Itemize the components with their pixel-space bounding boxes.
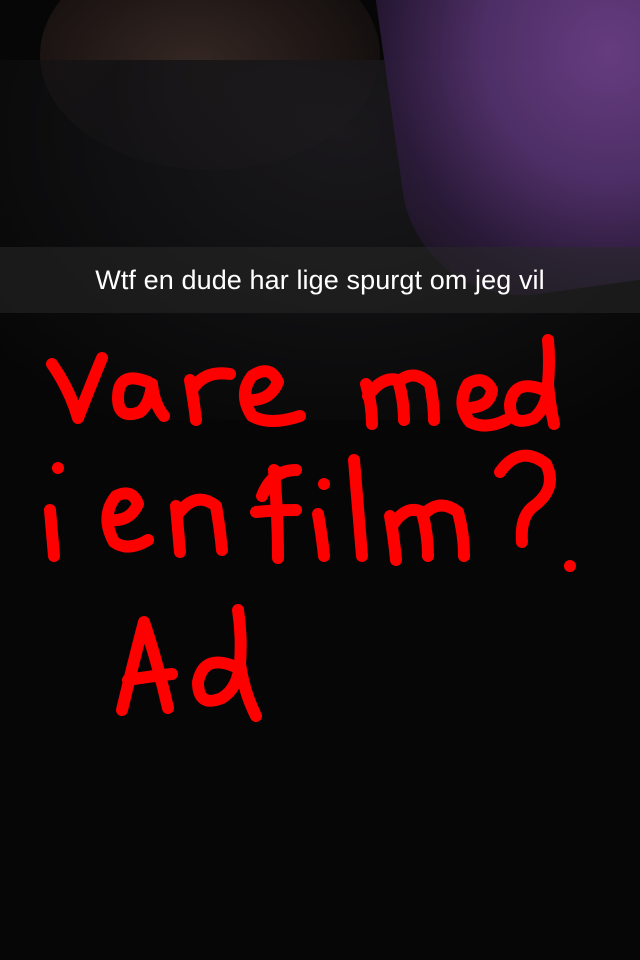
question-dot <box>564 560 576 572</box>
snap-view: Wtf en dude har lige spurgt om jeg vil <box>0 0 640 960</box>
i-dot <box>52 462 64 474</box>
i-dot <box>318 478 330 490</box>
handwritten-line-1 <box>46 334 560 432</box>
caption-text: Wtf en dude har lige spurgt om jeg vil <box>95 264 545 295</box>
caption-bar: Wtf en dude har lige spurgt om jeg vil <box>0 247 640 313</box>
handwritten-drawing <box>44 334 576 722</box>
handwritten-line-3 <box>116 604 262 722</box>
handwritten-line-2 <box>44 449 576 572</box>
